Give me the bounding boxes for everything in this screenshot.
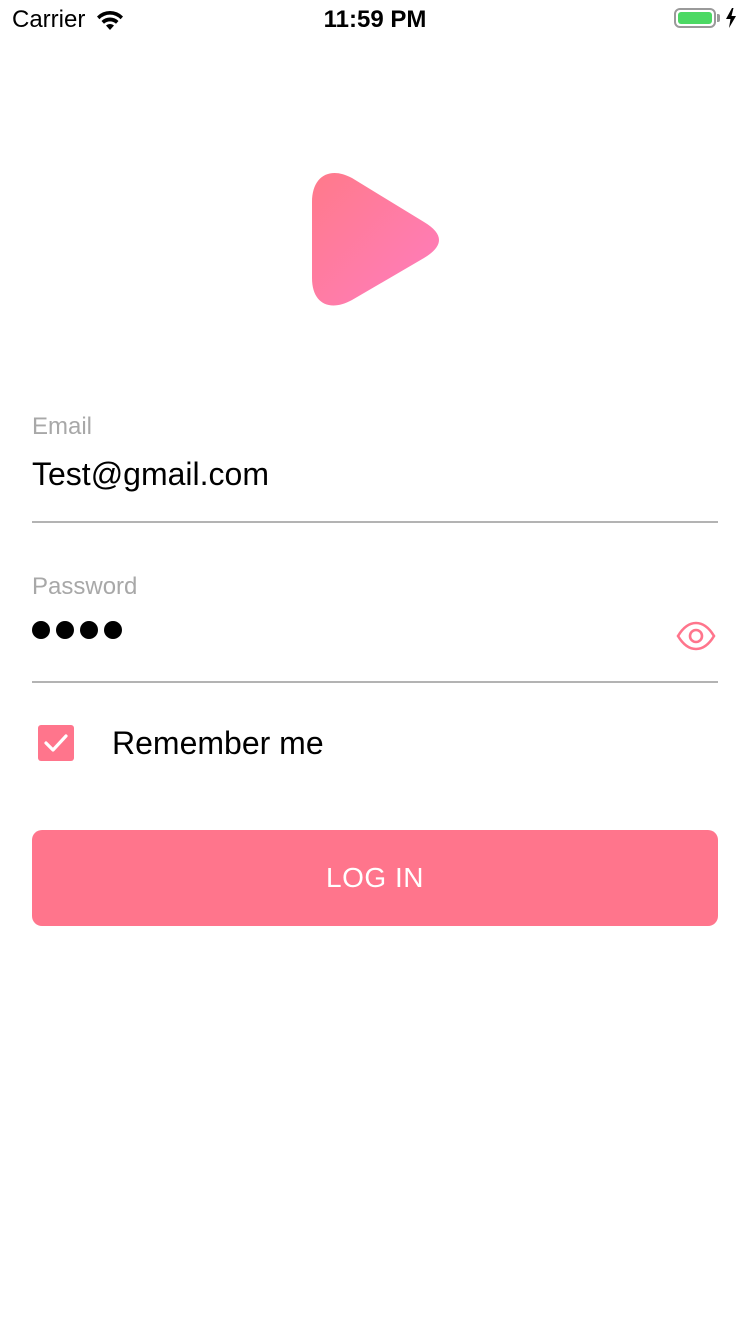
email-input[interactable] <box>32 455 652 493</box>
battery-indicator <box>674 8 738 28</box>
password-dot <box>80 621 98 639</box>
status-time: 11:59 PM <box>323 6 427 33</box>
password-dot <box>56 621 74 639</box>
remember-me-row[interactable]: Remember me <box>38 724 324 762</box>
password-dot <box>32 621 50 639</box>
login-button[interactable]: LOG IN <box>32 830 718 926</box>
status-bar: Carrier 11:59 PM <box>0 0 750 40</box>
app-logo-play-icon <box>312 172 439 306</box>
remember-me-label: Remember me <box>112 725 324 761</box>
password-field: Password <box>32 573 718 685</box>
email-field: Email <box>32 413 718 525</box>
checkmark-icon <box>44 734 68 752</box>
eye-icon[interactable] <box>676 621 716 651</box>
charging-bolt-icon <box>726 8 736 28</box>
email-label: Email <box>32 413 93 440</box>
password-label: Password <box>32 573 138 600</box>
password-underline <box>32 681 718 683</box>
battery-fill <box>678 12 712 24</box>
battery-icon <box>674 8 716 28</box>
password-dot <box>104 621 122 639</box>
password-input[interactable] <box>32 621 122 639</box>
battery-cap <box>717 14 720 22</box>
remember-me-checkbox[interactable] <box>38 725 74 761</box>
email-underline <box>32 521 718 523</box>
